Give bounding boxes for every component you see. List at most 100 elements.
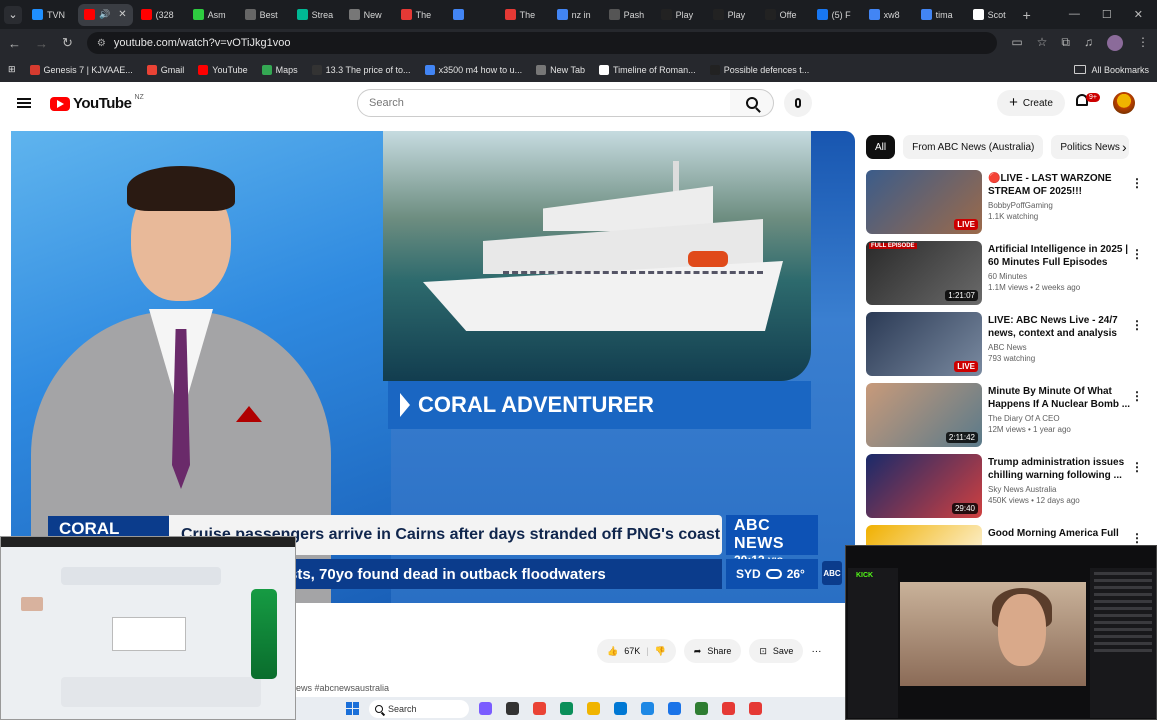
- maximize-button[interactable]: ☐: [1102, 8, 1112, 21]
- browser-tab[interactable]: xw8: [863, 4, 913, 26]
- video-thumbnail[interactable]: 29:40: [866, 454, 982, 518]
- video-thumbnail[interactable]: LIVE: [866, 312, 982, 376]
- more-actions-icon[interactable]: ···: [811, 646, 821, 657]
- menu-icon[interactable]: [17, 98, 31, 108]
- forward-icon[interactable]: →: [35, 36, 48, 51]
- browser-tab[interactable]: The: [499, 4, 549, 26]
- video-player[interactable]: CORAL ADVENTURER CORAL Cruise passengers…: [11, 131, 855, 603]
- save-button[interactable]: ⊡ Save: [749, 639, 804, 663]
- close-tab-icon[interactable]: ✕: [118, 9, 126, 20]
- browser-tab[interactable]: nz in: [551, 4, 601, 26]
- browser-tab[interactable]: (328: [135, 4, 185, 26]
- bookmark-item[interactable]: x3500 m4 how to u...: [424, 64, 522, 75]
- bookmark-item[interactable]: YouTube: [198, 64, 248, 75]
- taskbar-app-icon[interactable]: [560, 702, 573, 715]
- extensions-icon[interactable]: ⧉: [1061, 35, 1070, 51]
- browser-tab[interactable]: Scot: [967, 4, 1017, 26]
- browser-tab[interactable]: Pash: [603, 4, 653, 26]
- chrome-menu-icon[interactable]: ⋮: [1137, 35, 1149, 51]
- more-options-icon[interactable]: ⋮: [1131, 389, 1143, 403]
- browser-tab[interactable]: Play: [655, 4, 705, 26]
- channel-name[interactable]: ABC News: [988, 343, 1135, 352]
- more-options-icon[interactable]: ⋮: [1131, 531, 1143, 545]
- profile-avatar[interactable]: [1107, 35, 1123, 51]
- taskbar-app-icon[interactable]: [533, 702, 546, 715]
- voice-search-button[interactable]: [784, 89, 812, 117]
- taskbar-search[interactable]: Search: [369, 699, 469, 718]
- cast-icon[interactable]: ▭: [1011, 35, 1022, 51]
- video-title[interactable]: Artificial Intelligence in 2025 | 60 Min…: [988, 243, 1135, 269]
- taskbar-app-icon[interactable]: [722, 702, 735, 715]
- taskbar-app-icon[interactable]: [695, 702, 708, 715]
- more-options-icon[interactable]: ⋮: [1131, 318, 1143, 332]
- recommended-video[interactable]: LIVE 🔴LIVE - LAST WARZONE STREAM OF 2025!…: [866, 170, 1151, 241]
- windows-start-icon[interactable]: [346, 702, 359, 715]
- video-title[interactable]: Trump administration issues chilling war…: [988, 456, 1135, 482]
- filter-chip[interactable]: All: [866, 135, 896, 159]
- audio-icon[interactable]: 🔊: [99, 9, 110, 20]
- recommended-video[interactable]: 2:11:42 Minute By Minute Of What Happens …: [866, 383, 1151, 454]
- video-thumbnail[interactable]: FULL EPISODE 1:21:07: [866, 241, 982, 305]
- browser-tab[interactable]: The: [395, 4, 445, 26]
- like-icon[interactable]: 👍: [607, 646, 618, 657]
- site-info-icon[interactable]: ⚙: [97, 38, 106, 49]
- search-button[interactable]: [730, 89, 774, 117]
- video-title[interactable]: 🔴LIVE - LAST WARZONE STREAM OF 2025!!!: [988, 172, 1135, 198]
- video-thumbnail[interactable]: 2:11:42: [866, 383, 982, 447]
- tab-search-menu-icon[interactable]: ⌄: [4, 5, 22, 24]
- more-options-icon[interactable]: ⋮: [1131, 247, 1143, 261]
- browser-tab[interactable]: New: [343, 4, 393, 26]
- video-title[interactable]: Minute By Minute Of What Happens If A Nu…: [988, 385, 1135, 411]
- bookmark-item[interactable]: 13.3 The price of to...: [311, 64, 411, 75]
- browser-tab[interactable]: Offe: [759, 4, 809, 26]
- url-field[interactable]: ⚙ youtube.com/watch?v=vOTiJkg1voo: [86, 32, 998, 54]
- back-icon[interactable]: ←: [8, 36, 21, 51]
- youtube-logo[interactable]: YouTube NZ: [50, 94, 144, 112]
- channel-name[interactable]: Sky News Australia: [988, 485, 1135, 494]
- chevron-right-icon[interactable]: ›: [1122, 139, 1127, 155]
- browser-tab[interactable]: Strea: [291, 4, 341, 26]
- more-options-icon[interactable]: ⋮: [1131, 176, 1143, 190]
- share-button[interactable]: ➦ Share: [683, 639, 742, 663]
- apps-grid-icon[interactable]: ⊞: [8, 64, 16, 75]
- filter-chip[interactable]: Politics News: [1051, 135, 1129, 159]
- taskbar-app-icon[interactable]: [749, 702, 762, 715]
- overlay-stream-window[interactable]: KICK: [845, 545, 1157, 720]
- channel-name[interactable]: 60 Minutes: [988, 272, 1135, 281]
- recommended-video[interactable]: 29:40 Trump administration issues chillin…: [866, 454, 1151, 525]
- all-bookmarks-button[interactable]: All Bookmarks: [1074, 65, 1149, 75]
- taskbar-app-icon[interactable]: [587, 702, 600, 715]
- taskbar-app-icon[interactable]: [506, 702, 519, 715]
- bookmark-item[interactable]: Maps: [261, 64, 298, 75]
- media-icon[interactable]: ♫: [1084, 35, 1093, 51]
- dislike-icon[interactable]: 👎: [655, 646, 666, 657]
- recommended-video[interactable]: LIVE LIVE: ABC News Live - 24/7 news, con…: [866, 312, 1151, 383]
- more-options-icon[interactable]: ⋮: [1131, 460, 1143, 474]
- video-thumbnail[interactable]: LIVE: [866, 170, 982, 234]
- bookmark-item[interactable]: Timeline of Roman...: [598, 64, 696, 75]
- taskbar-app-icon[interactable]: [668, 702, 681, 715]
- browser-tab[interactable]: Asm: [187, 4, 237, 26]
- taskbar-app-icon[interactable]: [641, 702, 654, 715]
- filter-chip[interactable]: From ABC News (Australia): [903, 135, 1044, 159]
- browser-tab[interactable]: (5) F: [811, 4, 861, 26]
- search-input[interactable]: Search: [357, 89, 731, 117]
- overlay-window-left[interactable]: [0, 536, 296, 720]
- browser-tab[interactable]: [447, 4, 497, 26]
- browser-tab[interactable]: Play: [707, 4, 757, 26]
- taskbar-app-icon[interactable]: [614, 702, 627, 715]
- video-description[interactable]: ews #abcnewsaustralia: [296, 683, 389, 693]
- browser-tab[interactable]: tima: [915, 4, 965, 26]
- recommended-video[interactable]: FULL EPISODE 1:21:07 Artificial Intelligen…: [866, 241, 1151, 312]
- minimize-button[interactable]: —: [1069, 8, 1080, 21]
- bookmark-star-icon[interactable]: ☆: [1037, 35, 1048, 51]
- bookmark-item[interactable]: Possible defences t...: [709, 64, 809, 75]
- close-window-button[interactable]: ✕: [1134, 8, 1143, 21]
- video-title[interactable]: Good Morning America Full: [988, 527, 1135, 540]
- browser-tab[interactable]: 🔊 ✕: [78, 3, 133, 26]
- new-tab-button[interactable]: +: [1023, 7, 1031, 23]
- video-title[interactable]: LIVE: ABC News Live - 24/7 news, context…: [988, 314, 1135, 340]
- reload-icon[interactable]: ↻: [62, 35, 73, 51]
- browser-tab[interactable]: TVN: [26, 4, 76, 26]
- channel-name[interactable]: BobbyPoffGaming: [988, 201, 1135, 210]
